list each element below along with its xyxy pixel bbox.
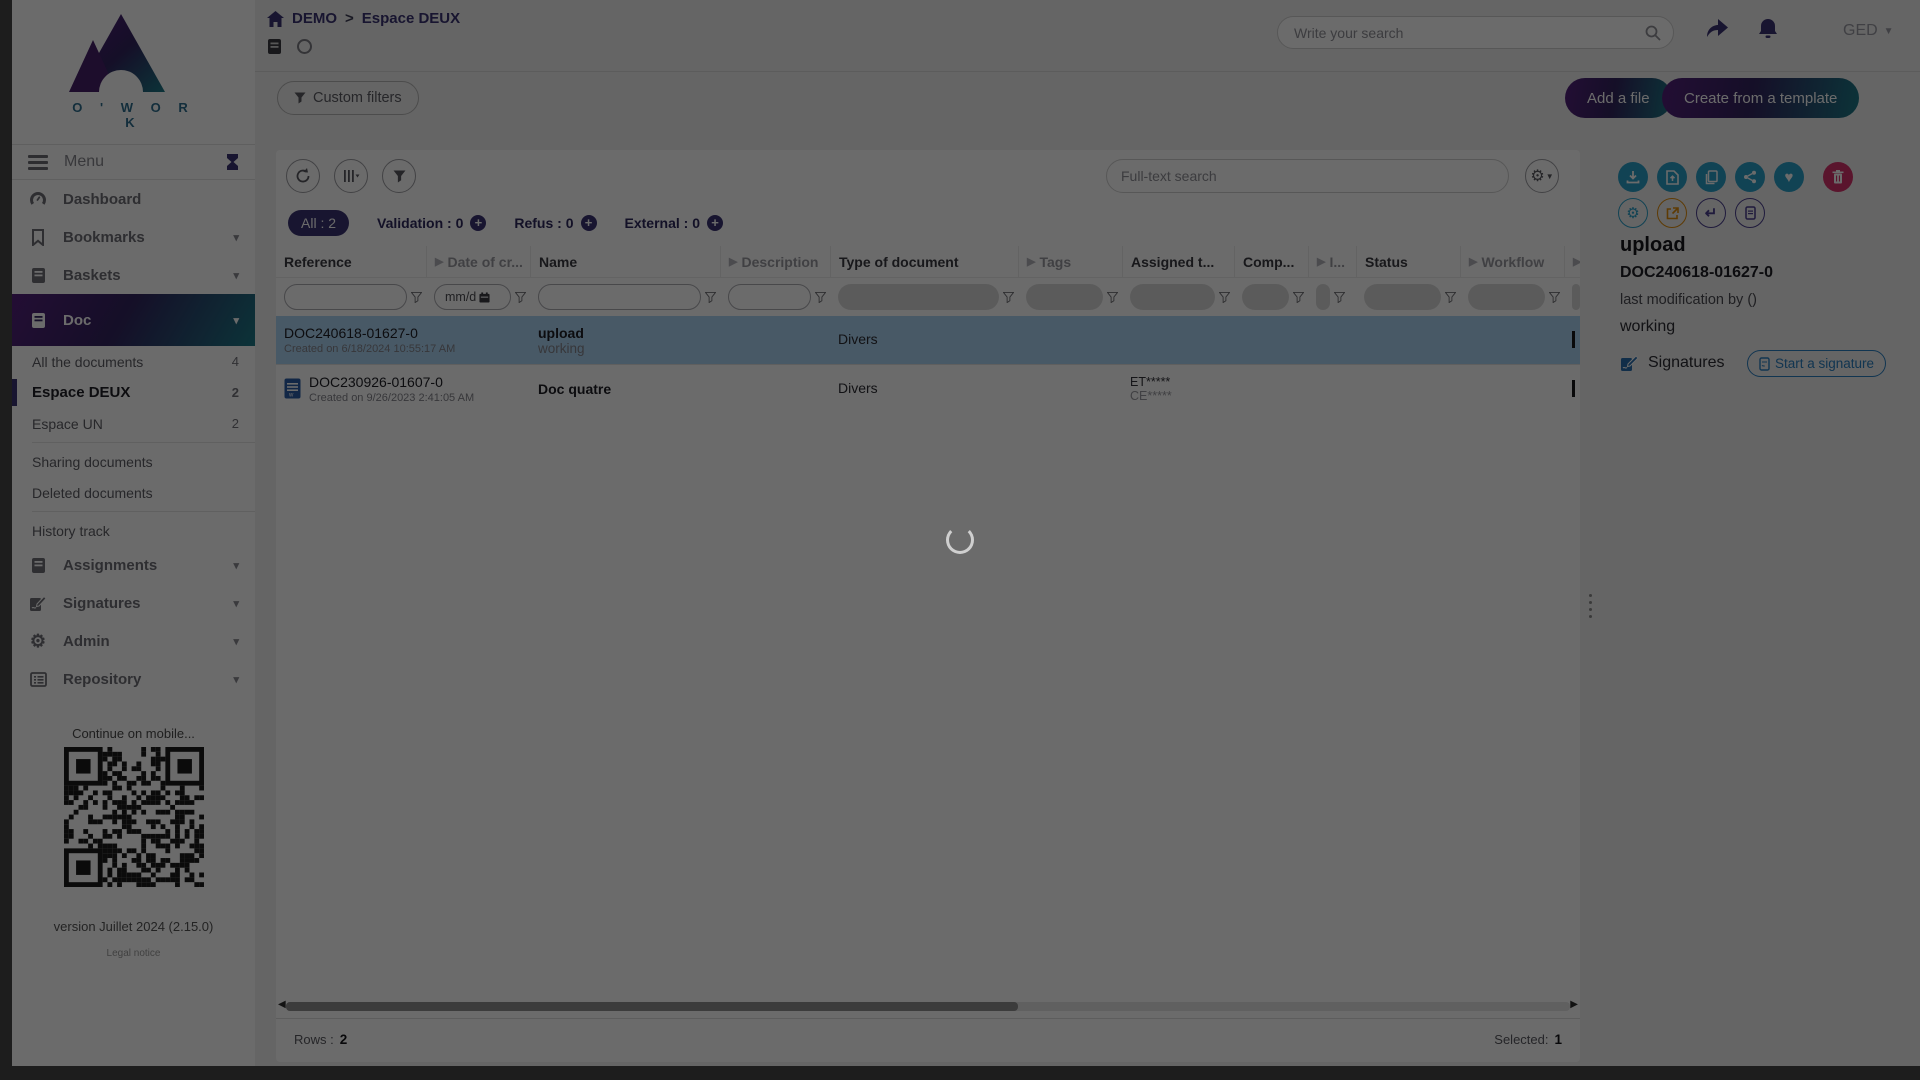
loading-spinner-icon (946, 526, 974, 554)
loading-overlay (0, 0, 1920, 1080)
